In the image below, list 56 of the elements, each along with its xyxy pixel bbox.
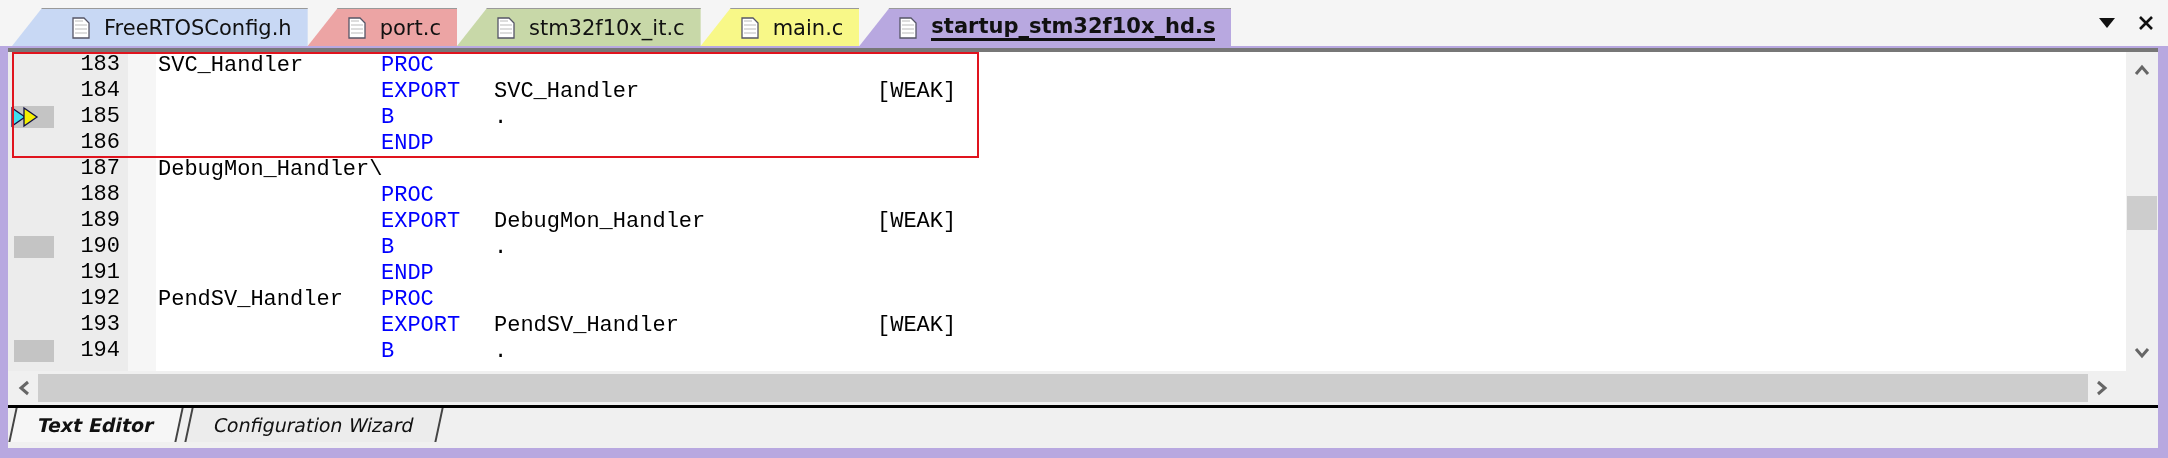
code-editor[interactable]	[8, 52, 2126, 371]
code-operand: .	[494, 104, 508, 130]
code-keyword: ENDP	[381, 260, 434, 286]
code-attribute: [WEAK]	[877, 312, 957, 338]
scroll-left-icon[interactable]	[18, 380, 30, 396]
close-icon[interactable]	[2138, 15, 2154, 31]
code-operand: SVC_Handler	[494, 78, 640, 104]
scroll-thumb[interactable]	[38, 374, 2088, 402]
code-operand: .	[494, 338, 508, 364]
scroll-down-icon[interactable]	[2134, 347, 2150, 359]
line-number: 183	[80, 52, 120, 77]
line-number: 186	[80, 130, 120, 155]
code-label: PendSV_Handler	[158, 286, 343, 312]
line-number: 188	[80, 182, 120, 207]
code-keyword: B	[381, 338, 395, 364]
line-number: 185	[80, 104, 120, 129]
dropdown-icon[interactable]	[2098, 17, 2116, 29]
view-tab[interactable]: Text Editor	[8, 408, 184, 442]
view-tab[interactable]: Configuration Wizard	[184, 408, 444, 442]
line-number: 194	[80, 338, 120, 363]
code-keyword: PROC	[381, 286, 434, 312]
file-icon	[72, 16, 90, 39]
file-icon	[496, 16, 515, 39]
scroll-right-icon[interactable]	[2096, 380, 2108, 396]
file-icon	[347, 16, 366, 39]
line-number: 192	[80, 286, 120, 311]
code-keyword: ENDP	[381, 130, 434, 156]
code-operand: PendSV_Handler	[494, 312, 679, 338]
line-number: 191	[80, 260, 120, 285]
code-label: DebugMon_Handler\	[158, 156, 383, 182]
file-icon	[740, 16, 759, 39]
line-number: 184	[80, 78, 120, 103]
code-keyword: EXPORT	[381, 78, 461, 104]
line-number: 190	[80, 234, 120, 259]
code-attribute: [WEAK]	[877, 208, 957, 234]
code-keyword: PROC	[381, 182, 434, 208]
code-keyword: EXPORT	[381, 208, 461, 234]
file-tab[interactable]: FreeRTOSConfig.h	[12, 8, 308, 46]
scroll-thumb[interactable]	[2127, 196, 2157, 230]
code-operand: DebugMon_Handler	[494, 208, 706, 234]
code-label: SVC_Handler	[158, 52, 304, 78]
line-number: 193	[80, 312, 120, 337]
line-number: 189	[80, 208, 120, 233]
code-keyword: EXPORT	[381, 312, 461, 338]
file-tab[interactable]: stm32f10x_it.c	[456, 8, 701, 46]
code-attribute: [WEAK]	[877, 78, 957, 104]
file-tab[interactable]: startup_stm32f10x_hd.s	[859, 8, 1232, 46]
file-tab[interactable]: main.c	[700, 8, 860, 46]
file-icon	[899, 16, 918, 39]
scroll-up-icon[interactable]	[2134, 64, 2150, 76]
line-number: 187	[80, 156, 120, 181]
code-keyword: B	[381, 104, 395, 130]
file-tab[interactable]: port.c	[307, 8, 457, 46]
code-keyword: B	[381, 234, 395, 260]
code-operand: .	[494, 234, 508, 260]
code-keyword: PROC	[381, 52, 434, 78]
